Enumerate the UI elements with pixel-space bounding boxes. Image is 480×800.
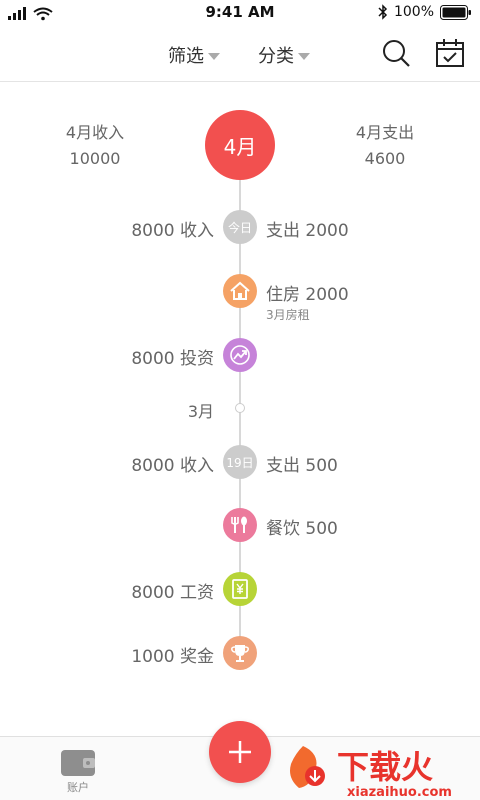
watermark-url: xiazaihuo.com [347,785,452,800]
salary-entry[interactable]: 8000 工资 [131,578,214,603]
house-icon[interactable] [223,274,257,308]
expense-label: 4月支出 [355,123,415,142]
plus-icon [229,741,251,763]
category-dropdown[interactable]: 分类 [258,42,310,68]
bonus-entry[interactable]: 1000 奖金 [131,642,214,667]
day-badge: 19日 [223,445,257,479]
dining-entry[interactable]: 餐饮 500 [266,514,338,539]
housing-entry[interactable]: 住房 2000 [266,280,349,305]
filter-dropdown[interactable]: 筛选 [168,42,220,68]
housing-note: 3月房租 [266,308,310,322]
today-income[interactable]: 8000 收入 [131,216,214,241]
today-expense[interactable]: 支出 2000 [266,216,349,241]
battery-percent: 100% [393,4,434,20]
watermark: 下载火 xiazaihuo.com [285,738,480,800]
expense-value: 4600 [364,149,406,168]
watermark-logo-text: 下载火 [337,748,433,786]
month-badge[interactable]: 4月 [205,110,275,180]
top-nav: 筛选 分类 [0,26,480,82]
search-icon[interactable] [381,38,411,68]
day-expense[interactable]: 支出 500 [266,451,338,476]
day-income[interactable]: 8000 收入 [131,451,214,476]
expense-summary: 4月支出 4600 [320,120,450,172]
income-summary: 4月收入 10000 [30,120,160,172]
chevron-down-icon [208,52,220,60]
month-label: 4月 [223,134,257,159]
wallet-icon [61,750,95,776]
tab-account-label: 账户 [67,781,89,794]
trend-up-icon[interactable] [223,338,257,372]
today-badge: 今日 [223,210,257,244]
status-bar: 9:41 AM 100% [0,0,480,26]
income-value: 10000 [69,149,121,168]
battery-icon [440,4,471,20]
bluetooth-icon [378,4,388,20]
month-marker: 3月 [187,402,214,421]
yen-bill-icon[interactable] [223,572,257,606]
calendar-check-icon[interactable] [435,38,465,68]
invest-entry[interactable]: 8000 投资 [131,344,214,369]
fork-spoon-icon[interactable] [223,508,257,542]
chevron-down-icon [298,52,310,60]
category-label: 分类 [258,46,294,67]
day-badge-label: 19日 [226,455,254,470]
month-marker-dot [235,403,245,413]
tab-account[interactable]: 账户 [58,749,98,795]
filter-label: 筛选 [168,46,204,67]
add-record-button[interactable] [209,721,271,783]
income-label: 4月收入 [65,123,125,142]
trophy-icon[interactable] [223,636,257,670]
today-badge-label: 今日 [227,220,252,235]
